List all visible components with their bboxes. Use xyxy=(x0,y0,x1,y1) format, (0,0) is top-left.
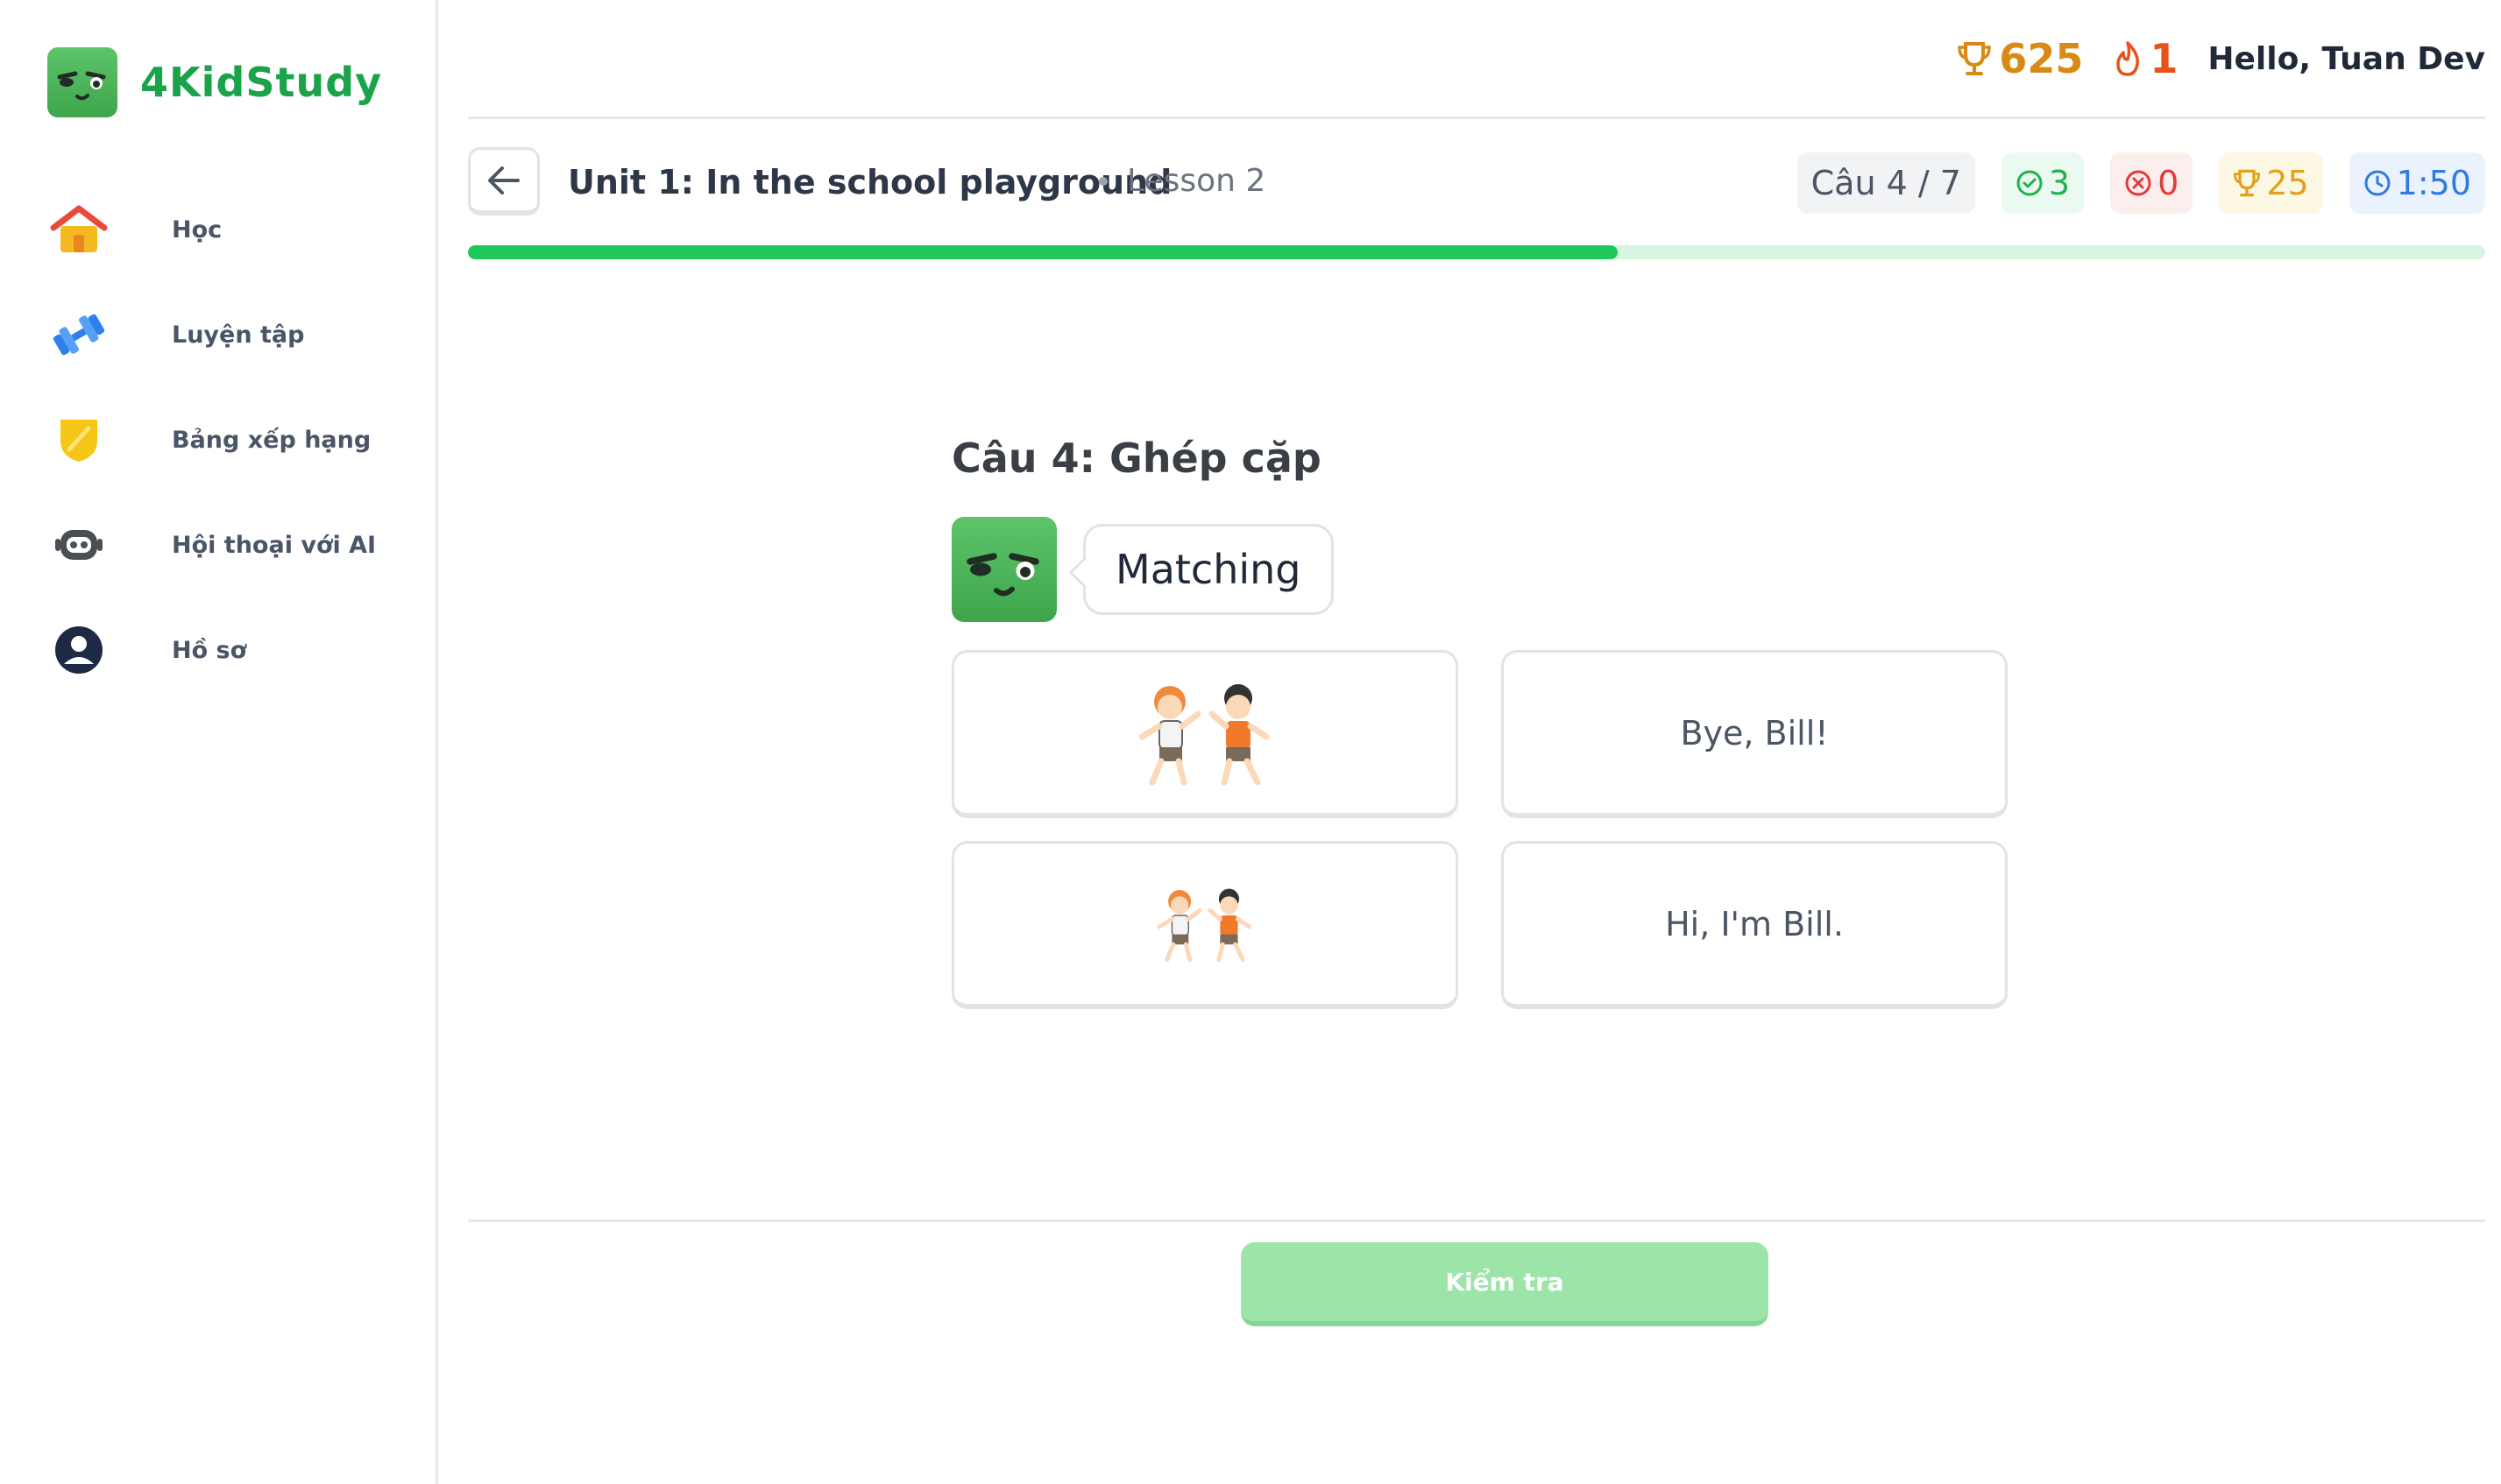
streak-value: 1 xyxy=(2150,35,2179,82)
dumbbell-icon xyxy=(47,303,110,366)
trophy-count: 625 xyxy=(1957,35,2083,82)
mascot-avatar xyxy=(952,517,1057,622)
correct-count: 3 xyxy=(2001,152,2085,214)
lesson-progress-bar xyxy=(468,245,2485,259)
speech-bubble: Matching xyxy=(1083,524,1334,615)
match-card-text-2[interactable]: Hi, I'm Bill. xyxy=(1501,841,2008,1009)
sidebar-item-hoc[interactable]: Học xyxy=(47,177,415,282)
robot-icon xyxy=(47,513,110,576)
trophy-value: 625 xyxy=(1999,35,2084,82)
points-count: 25 xyxy=(2219,152,2323,214)
wrong-count: 0 xyxy=(2110,152,2193,214)
lesson-bar: Unit 1: In the school playground Lesson … xyxy=(468,145,2485,219)
sidebar-item-label: Hồ sơ xyxy=(172,636,247,664)
check-circle-icon xyxy=(2016,170,2043,196)
speech-bubble-text: Matching xyxy=(1116,546,1301,593)
sidebar-item-label: Hội thoại với AI xyxy=(172,531,377,559)
mascot-face-icon xyxy=(967,553,1039,597)
separator-dot xyxy=(1099,176,1108,186)
match-card-label: Bye, Bill! xyxy=(1680,713,1829,753)
sidebar-nav: Học Luyện tập Bảng xếp hạng Hội thoại vớ… xyxy=(47,177,415,703)
mascot-logo-icon xyxy=(47,47,117,117)
back-button[interactable] xyxy=(468,147,540,216)
sidebar-item-label: Học xyxy=(172,216,223,244)
user-stats: 625 1 Hello, Tuan Dev xyxy=(1957,35,2485,82)
match-card-text-1[interactable]: Bye, Bill! xyxy=(1501,650,2008,818)
shield-icon xyxy=(47,408,110,471)
timer-value: 1:50 xyxy=(2396,164,2471,202)
sidebar: 4KidStudy Học Luyện tập Bảng xếp hạng Hộ… xyxy=(0,0,438,1484)
trophy-icon xyxy=(2234,169,2261,197)
user-greeting[interactable]: Hello, Tuan Dev xyxy=(2207,41,2485,77)
x-circle-icon xyxy=(2125,170,2151,196)
sidebar-item-hoi-thoai-ai[interactable]: Hội thoại với AI xyxy=(47,492,415,597)
two-boys-waving-image xyxy=(1138,683,1270,785)
match-card-image-1[interactable] xyxy=(952,650,1458,818)
question-counter: Câu 4 / 7 xyxy=(1796,152,1975,214)
wrong-value: 0 xyxy=(2157,164,2179,202)
lesson-subtitle: Lesson 2 xyxy=(1099,163,1265,199)
sidebar-item-label: Bảng xếp hạng xyxy=(172,426,372,454)
footer-divider xyxy=(468,1219,2485,1222)
sidebar-item-luyen-tap[interactable]: Luyện tập xyxy=(47,282,415,387)
lesson-number: Lesson 2 xyxy=(1127,163,1266,199)
check-button[interactable]: Kiểm tra xyxy=(1241,1242,1768,1326)
correct-value: 3 xyxy=(2048,164,2071,202)
sidebar-item-label: Luyện tập xyxy=(172,321,305,349)
lesson-stats: Câu 4 / 7 3 0 25 1:50 xyxy=(1771,152,2485,214)
timer: 1:50 xyxy=(2349,152,2485,214)
streak-count: 1 xyxy=(2113,35,2178,82)
clock-icon xyxy=(2364,170,2391,196)
lesson-progress-fill xyxy=(468,245,1619,259)
trophy-icon xyxy=(1958,42,1992,75)
fire-icon xyxy=(2116,41,2140,76)
question-title: Câu 4: Ghép cặp xyxy=(952,435,1321,482)
top-header: 625 1 Hello, Tuan Dev xyxy=(468,0,2485,119)
app-logo[interactable]: 4KidStudy xyxy=(47,47,382,117)
profile-icon xyxy=(47,618,110,682)
arrow-left-icon xyxy=(488,166,520,194)
match-card-image-2[interactable] xyxy=(952,841,1458,1009)
points-value: 25 xyxy=(2266,164,2309,202)
home-icon xyxy=(47,198,110,261)
question-counter-text: Câu 4 / 7 xyxy=(1810,164,1961,202)
sidebar-item-bang-xep-hang[interactable]: Bảng xếp hạng xyxy=(47,387,415,492)
app-name: 4KidStudy xyxy=(140,59,383,106)
two-boys-waving-image xyxy=(1157,888,1252,962)
sidebar-item-ho-so[interactable]: Hồ sơ xyxy=(47,597,415,703)
match-card-label: Hi, I'm Bill. xyxy=(1665,904,1844,943)
lesson-title: Unit 1: In the school playground xyxy=(568,163,1173,201)
